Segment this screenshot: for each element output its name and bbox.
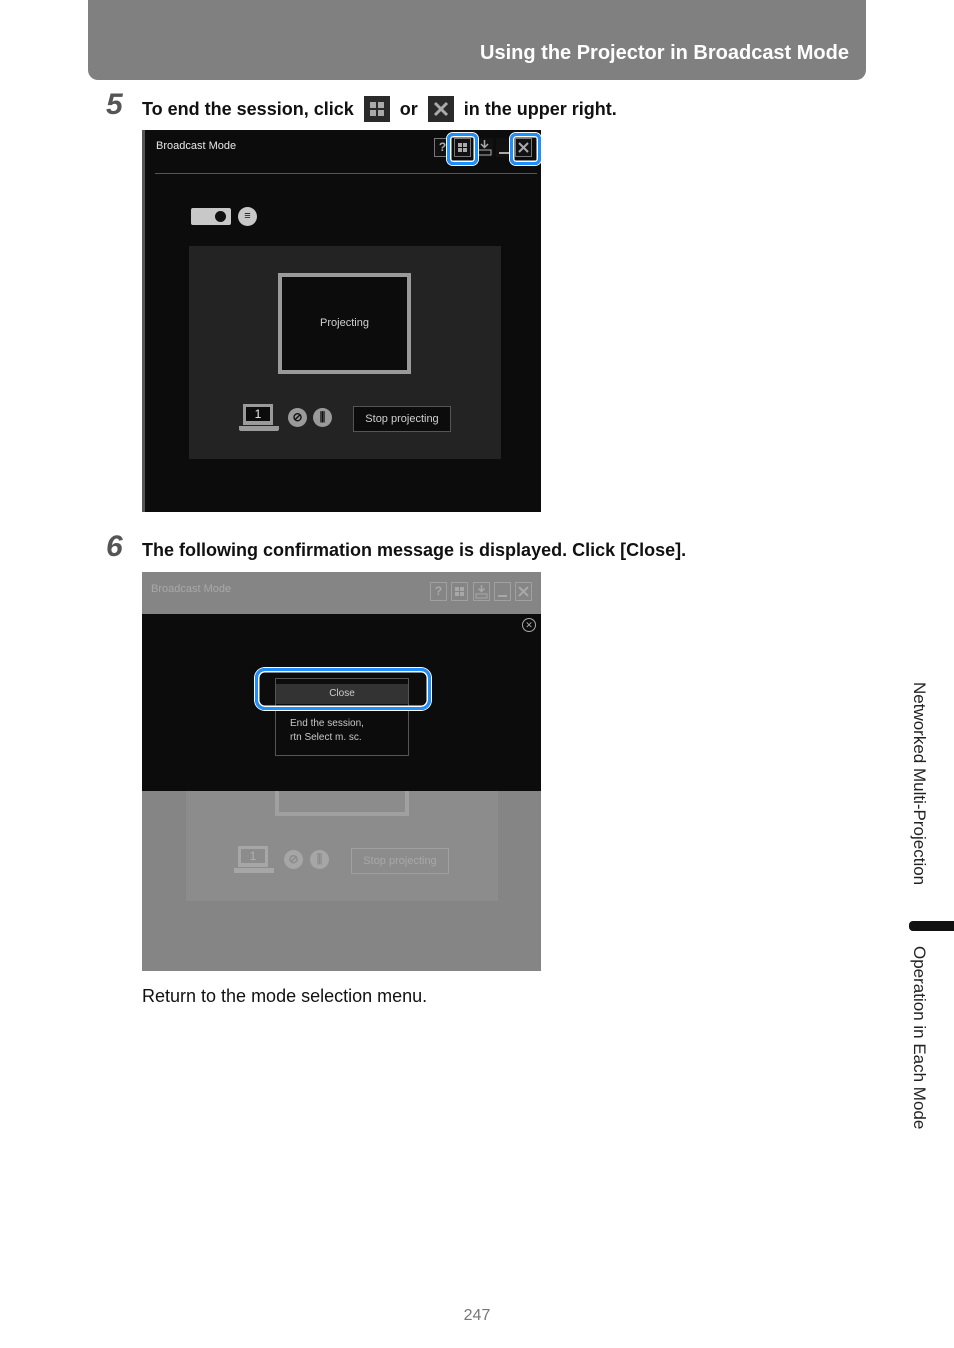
pc-number-dimmed: 1 xyxy=(241,849,265,863)
tools-icon[interactable]: ⫼ xyxy=(313,408,332,427)
page-header-title: Using the Projector in Broadcast Mode xyxy=(480,42,849,64)
stop-projecting-button-dimmed: Stop projecting xyxy=(351,848,449,874)
step-5-number: 5 xyxy=(106,88,123,121)
laptop-icon-dimmed: 1 xyxy=(234,846,274,874)
page-number: 247 xyxy=(463,1307,491,1324)
step-5-text-after: in the upper right. xyxy=(463,98,617,119)
menu-desc-line2: rtn Select m. sc. xyxy=(290,732,362,743)
close-button-highlight xyxy=(255,668,431,710)
step-6-text: The following confirmation message is di… xyxy=(142,540,687,560)
download-button[interactable] xyxy=(476,138,493,157)
list-icon[interactable]: ≡ xyxy=(238,207,257,226)
broadcast-mode-window-screenshot: Broadcast Mode ? ≡ Projecting 1 ⊘ ⫼ Stop… xyxy=(142,130,541,512)
mode-menu-highlight xyxy=(447,133,478,165)
result-description: Return to the mode selection menu. xyxy=(142,986,428,1006)
step-5-text: To end the session, click or in the uppe… xyxy=(142,96,617,122)
menu-description: End the session, rtn Select m. sc. xyxy=(290,717,364,745)
side-tab-marker xyxy=(909,921,954,931)
projection-panel: Projecting 1 ⊘ ⫼ Stop projecting xyxy=(189,246,501,459)
page-header-band: Using the Projector in Broadcast Mode xyxy=(88,0,866,80)
projection-screen-dimmed xyxy=(275,791,409,816)
confirmation-screenshot: Broadcast Mode ? ✕ Close End the session… xyxy=(142,572,541,971)
window-title: Broadcast Mode xyxy=(156,140,237,152)
blank-icon[interactable]: ⊘ xyxy=(288,408,307,427)
help-button-dimmed: ? xyxy=(430,582,447,601)
projection-screen: Projecting xyxy=(278,273,411,374)
laptop-icon: 1 xyxy=(239,404,279,432)
title-separator xyxy=(155,173,537,174)
pc-number: 1 xyxy=(246,407,270,421)
close-icon xyxy=(427,96,454,122)
step-5-text-mid: or xyxy=(399,98,418,119)
minimize-button-dimmed xyxy=(494,582,511,601)
window-title-dimmed: Broadcast Mode xyxy=(151,583,232,595)
download-button-dimmed xyxy=(473,582,490,601)
close-button-dimmed xyxy=(515,582,532,601)
step-6-number: 6 xyxy=(106,530,123,563)
dialog-close-icon[interactable]: ✕ xyxy=(522,618,536,632)
stop-projecting-button[interactable]: Stop projecting xyxy=(353,406,451,432)
blank-icon-dimmed: ⊘ xyxy=(284,850,303,869)
projector-icon xyxy=(191,208,231,225)
mode-menu-icon xyxy=(363,96,390,122)
side-tab-subsection: Operation in Each Mode xyxy=(910,946,929,1130)
step-5-text-before: To end the session, click xyxy=(142,98,354,119)
confirmation-dialog: ✕ Close End the session, rtn Select m. s… xyxy=(142,614,541,791)
mode-menu-button-dimmed xyxy=(451,582,468,601)
menu-desc-line1: End the session, xyxy=(290,718,364,729)
side-tab-section: Networked Multi-Projection xyxy=(910,682,929,886)
tools-icon-dimmed: ⫼ xyxy=(310,850,329,869)
close-highlight xyxy=(510,133,541,165)
